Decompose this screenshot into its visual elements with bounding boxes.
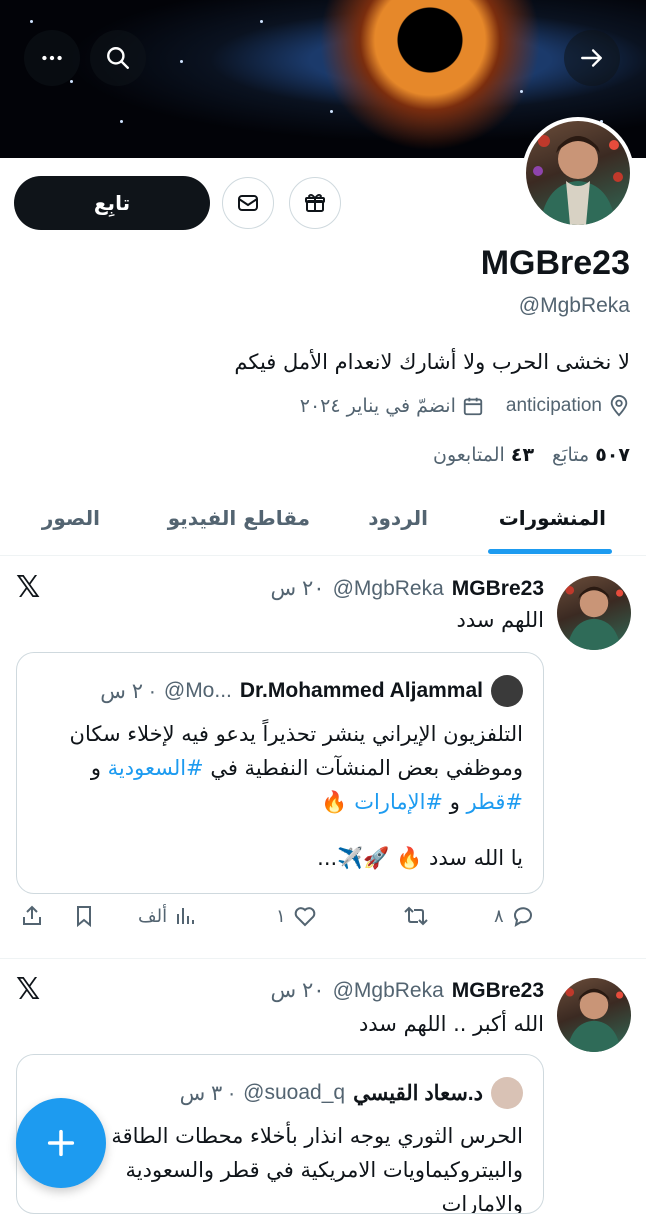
tweet-text: اللهم سدد	[456, 608, 545, 632]
fire-emoji: 🔥	[321, 790, 348, 814]
location-item: anticipation	[506, 395, 630, 417]
tweet-actions: ألف ١ ٨	[0, 904, 646, 944]
followers-count: ٤٣	[510, 444, 535, 466]
hashtag-link[interactable]: #الإمارات	[354, 790, 443, 814]
following-label: متابَع	[552, 444, 590, 466]
tweet-header: ٢٠ س @MgbReka MGBre23	[271, 576, 544, 601]
tab-posts[interactable]: المنشورات	[499, 506, 606, 530]
quote-handle: @suoad_q	[243, 1081, 346, 1104]
profile-avatar[interactable]	[522, 117, 634, 229]
profile-counts: ٥٠٧ متابَع ٤٣ المتابعون	[433, 444, 630, 466]
retweet-icon	[404, 906, 428, 926]
tweet-avatar[interactable]	[557, 576, 631, 650]
profile-bio: لا نخشى الحرب ولا أشارك لانعدام الأمل في…	[234, 350, 630, 374]
follow-label: تابِع	[93, 191, 131, 215]
quote-header: ٣ س · @suoad_q د.سعاد القيسي	[180, 1077, 523, 1109]
bookmark-button[interactable]	[72, 904, 96, 928]
quote-author: Dr.Mohammed Aljammal	[239, 679, 483, 702]
tweet-text: الله أكبر .. اللهم سدد	[358, 1012, 544, 1036]
follow-button[interactable]: تابِع	[14, 176, 210, 230]
x-logo-icon: 𝕏	[16, 972, 41, 1007]
quote-time: ٢ س ·	[100, 679, 156, 703]
more-button[interactable]	[24, 30, 80, 86]
retweet-button[interactable]	[402, 904, 430, 928]
quote-time: ٣ س ·	[179, 1081, 236, 1105]
quoted-tweet[interactable]: ٢ س · @Mo... Dr.Mohammed Aljammal التلفز…	[16, 652, 544, 894]
reply-count: ٨	[494, 905, 504, 927]
tab-photos[interactable]: الصور	[42, 506, 100, 530]
quote-line: الحرس الثوري يوجه انذار بأخلاء محطات الط…	[111, 1124, 523, 1148]
back-button[interactable]	[564, 30, 620, 86]
tweet-handle: @MgbReka	[332, 978, 444, 1002]
message-button[interactable]	[222, 177, 274, 229]
heart-icon	[294, 907, 315, 927]
tweet-avatar[interactable]	[557, 978, 631, 1052]
tweet-author[interactable]: MGBre23	[452, 577, 544, 601]
tweet-handle: @MgbReka	[332, 576, 444, 600]
location-text: anticipation	[505, 395, 602, 416]
share-icon	[23, 905, 41, 925]
quote-text: و	[90, 756, 101, 780]
profile-meta: anticipation انضمّ في يناير ٢٠٢٤	[300, 395, 630, 417]
tweet-author[interactable]: MGBre23	[452, 979, 544, 1003]
quote-body: التلفزيون الإيراني ينشر تحذيراً يدعو فيه…	[33, 717, 523, 875]
quote-author: د.سعاد القيسي	[353, 1081, 483, 1105]
search-icon	[107, 47, 129, 69]
calendar-icon	[463, 397, 483, 416]
tab-videos[interactable]: مقاطع الفيديو	[168, 506, 310, 530]
avatar-image	[533, 135, 623, 225]
quote-header: ٢ س · @Mo... Dr.Mohammed Aljammal	[100, 675, 523, 707]
bookmark-icon	[77, 906, 91, 928]
views-button[interactable]: ألف	[138, 904, 197, 928]
compose-button[interactable]	[16, 1098, 106, 1188]
plus-icon	[47, 1129, 75, 1157]
quote-text: وموظفي بعض المنشآت النفطية في	[210, 756, 523, 780]
joined-item: انضمّ في يناير ٢٠٢٤	[300, 395, 484, 417]
views-icon	[177, 908, 195, 924]
tab-indicator	[488, 549, 612, 554]
tweet[interactable]: 𝕏 ٢٠ س @MgbReka MGBre23 اللهم سدد ٢ س · …	[0, 558, 646, 958]
like-count: ١	[276, 905, 286, 927]
share-button[interactable]	[20, 904, 44, 928]
profile-handle: @MgbReka	[518, 294, 630, 317]
quote-line: والامارات	[441, 1192, 523, 1214]
like-button[interactable]: ١	[276, 904, 318, 928]
mail-icon	[238, 195, 258, 211]
followers-link[interactable]: ٤٣ المتابعون	[433, 444, 534, 466]
tab-replies[interactable]: الردود	[368, 506, 428, 530]
x-logo-icon: 𝕏	[16, 570, 41, 605]
quote-avatar	[491, 1077, 523, 1109]
profile-display-name: MGBre23	[480, 244, 630, 282]
more-icon	[42, 55, 62, 61]
tweet-header: ٢٠ س @MgbReka MGBre23	[271, 978, 544, 1003]
joined-text: انضمّ في يناير ٢٠٢٤	[299, 395, 456, 417]
quote-line: والبيتروكيماويات الامريكية في قطر والسعو…	[125, 1158, 523, 1182]
hashtag-link[interactable]: #السعودية	[108, 756, 204, 780]
gift-button[interactable]	[289, 177, 341, 229]
search-button[interactable]	[90, 30, 146, 86]
tweet-divider	[0, 958, 646, 959]
hashtag-link[interactable]: #قطر	[467, 790, 523, 814]
views-count: ألف	[138, 905, 168, 927]
quote-line: وموظفي بعض المنشآت النفطية في #السعودية …	[33, 751, 523, 785]
avatar-image	[565, 987, 624, 1052]
location-pin-icon	[610, 395, 628, 417]
profile-tabs: المنشورات الردود مقاطع الفيديو الصور	[0, 494, 646, 556]
reply-button[interactable]: ٨	[494, 904, 536, 928]
quote-line: التلفزيون الإيراني ينشر تحذيراً يدعو فيه…	[69, 722, 523, 746]
following-count: ٥٠٧	[595, 444, 630, 466]
quote-text: و	[449, 790, 460, 814]
gift-icon	[305, 193, 325, 212]
followers-label: المتابعون	[432, 444, 505, 466]
tweet-time: ٢٠ س	[270, 979, 325, 1002]
reply-icon	[513, 907, 532, 928]
quote-line: يا الله سدد 🔥 🚀✈️...	[317, 846, 523, 870]
quote-handle: @Mo...	[163, 679, 232, 702]
quote-line: #قطر و #الإمارات 🔥	[33, 785, 523, 819]
avatar-image	[565, 585, 624, 650]
following-link[interactable]: ٥٠٧ متابَع	[552, 444, 630, 466]
quote-avatar	[491, 675, 523, 707]
arrow-right-icon	[581, 49, 602, 67]
tweet-time: ٢٠ س	[270, 577, 325, 600]
